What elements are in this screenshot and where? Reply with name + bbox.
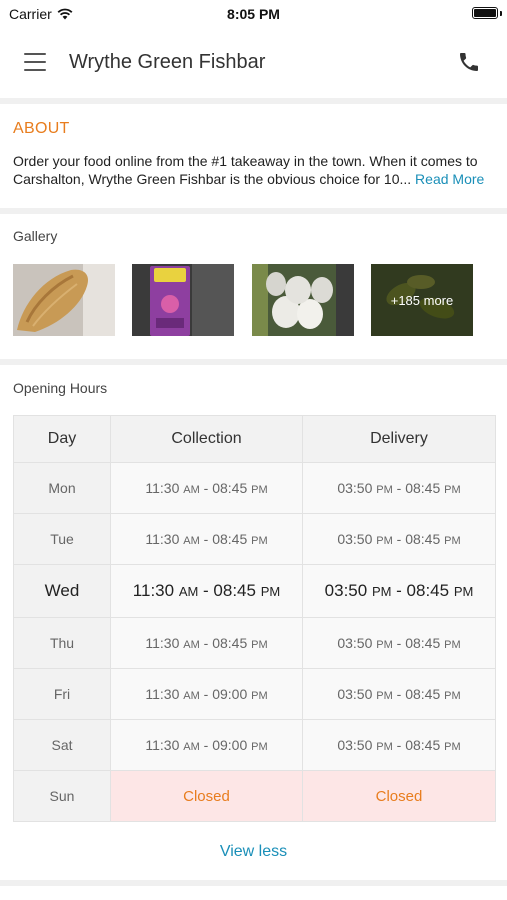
status-time: 8:05 PM <box>227 6 280 22</box>
delivery-cell: 03:50 PM - 08:45 PM <box>302 462 496 514</box>
day-cell: Sun <box>13 770 111 822</box>
collection-cell: 11:30 AM - 09:00 PM <box>110 668 303 720</box>
hamburger-icon[interactable] <box>24 53 46 71</box>
table-row: Tue 11:30 AM - 08:45 PM 03:50 PM - 08:45… <box>13 513 496 565</box>
gallery-thumb-drink[interactable] <box>132 264 234 336</box>
day-cell: Thu <box>13 617 111 669</box>
opening-hours-table: Day Collection Delivery Mon 11:30 AM - 0… <box>13 415 496 822</box>
table-row: Fri 11:30 AM - 09:00 PM 03:50 PM - 08:45… <box>13 668 496 720</box>
delivery-cell: 03:50 PM - 08:45 PM <box>302 513 496 565</box>
read-more-link[interactable]: Read More <box>415 171 484 187</box>
page-title: Wrythe Green Fishbar <box>69 51 266 73</box>
table-row: Thu 11:30 AM - 08:45 PM 03:50 PM - 08:45… <box>13 617 496 669</box>
battery-tip <box>500 11 502 16</box>
opening-hours-label: Opening Hours <box>13 380 108 396</box>
divider <box>0 98 507 104</box>
about-description: Order your food online from the #1 takea… <box>13 153 478 187</box>
collection-cell: 11:30 AM - 08:45 PM <box>110 564 303 618</box>
phone-icon[interactable] <box>457 50 481 74</box>
delivery-closed-cell: Closed <box>302 770 496 822</box>
table-row: Sun Closed Closed <box>13 770 496 822</box>
view-less-link[interactable]: View less <box>0 843 507 861</box>
gallery-label: Gallery <box>13 228 58 244</box>
divider <box>0 880 507 886</box>
more-images-label: +185 more <box>371 264 473 336</box>
day-cell: Mon <box>13 462 111 514</box>
status-bar: Carrier 8:05 PM <box>0 0 507 28</box>
delivery-cell: 03:50 PM - 08:45 PM <box>302 668 496 720</box>
divider <box>0 208 507 214</box>
collection-cell: 11:30 AM - 08:45 PM <box>110 462 303 514</box>
gallery-thumb-eggs[interactable] <box>252 264 354 336</box>
collection-closed-cell: Closed <box>110 770 303 822</box>
about-text: Order your food online from the #1 takea… <box>13 152 498 188</box>
table-header-row: Day Collection Delivery <box>13 415 496 463</box>
app-header: Wrythe Green Fishbar <box>0 28 507 98</box>
day-cell: Tue <box>13 513 111 565</box>
gallery-thumb-fish[interactable] <box>13 264 115 336</box>
delivery-cell: 03:50 PM - 08:45 PM <box>302 617 496 669</box>
column-header-collection: Collection <box>110 415 303 463</box>
battery-icon <box>472 7 498 19</box>
table-row-today: Wed 11:30 AM - 08:45 PM 03:50 PM - 08:45… <box>13 564 496 618</box>
column-header-delivery: Delivery <box>302 415 496 463</box>
table-row: Mon 11:30 AM - 08:45 PM 03:50 PM - 08:45… <box>13 462 496 514</box>
collection-cell: 11:30 AM - 09:00 PM <box>110 719 303 771</box>
about-heading: ABOUT <box>13 120 70 137</box>
day-cell: Fri <box>13 668 111 720</box>
table-row: Sat 11:30 AM - 09:00 PM 03:50 PM - 08:45… <box>13 719 496 771</box>
collection-cell: 11:30 AM - 08:45 PM <box>110 513 303 565</box>
delivery-cell: 03:50 PM - 08:45 PM <box>302 564 496 618</box>
gallery-thumb-more[interactable]: +185 more <box>371 264 473 336</box>
divider <box>0 359 507 365</box>
day-cell: Sat <box>13 719 111 771</box>
delivery-cell: 03:50 PM - 08:45 PM <box>302 719 496 771</box>
collection-cell: 11:30 AM - 08:45 PM <box>110 617 303 669</box>
day-cell: Wed <box>13 564 111 618</box>
column-header-day: Day <box>13 415 111 463</box>
